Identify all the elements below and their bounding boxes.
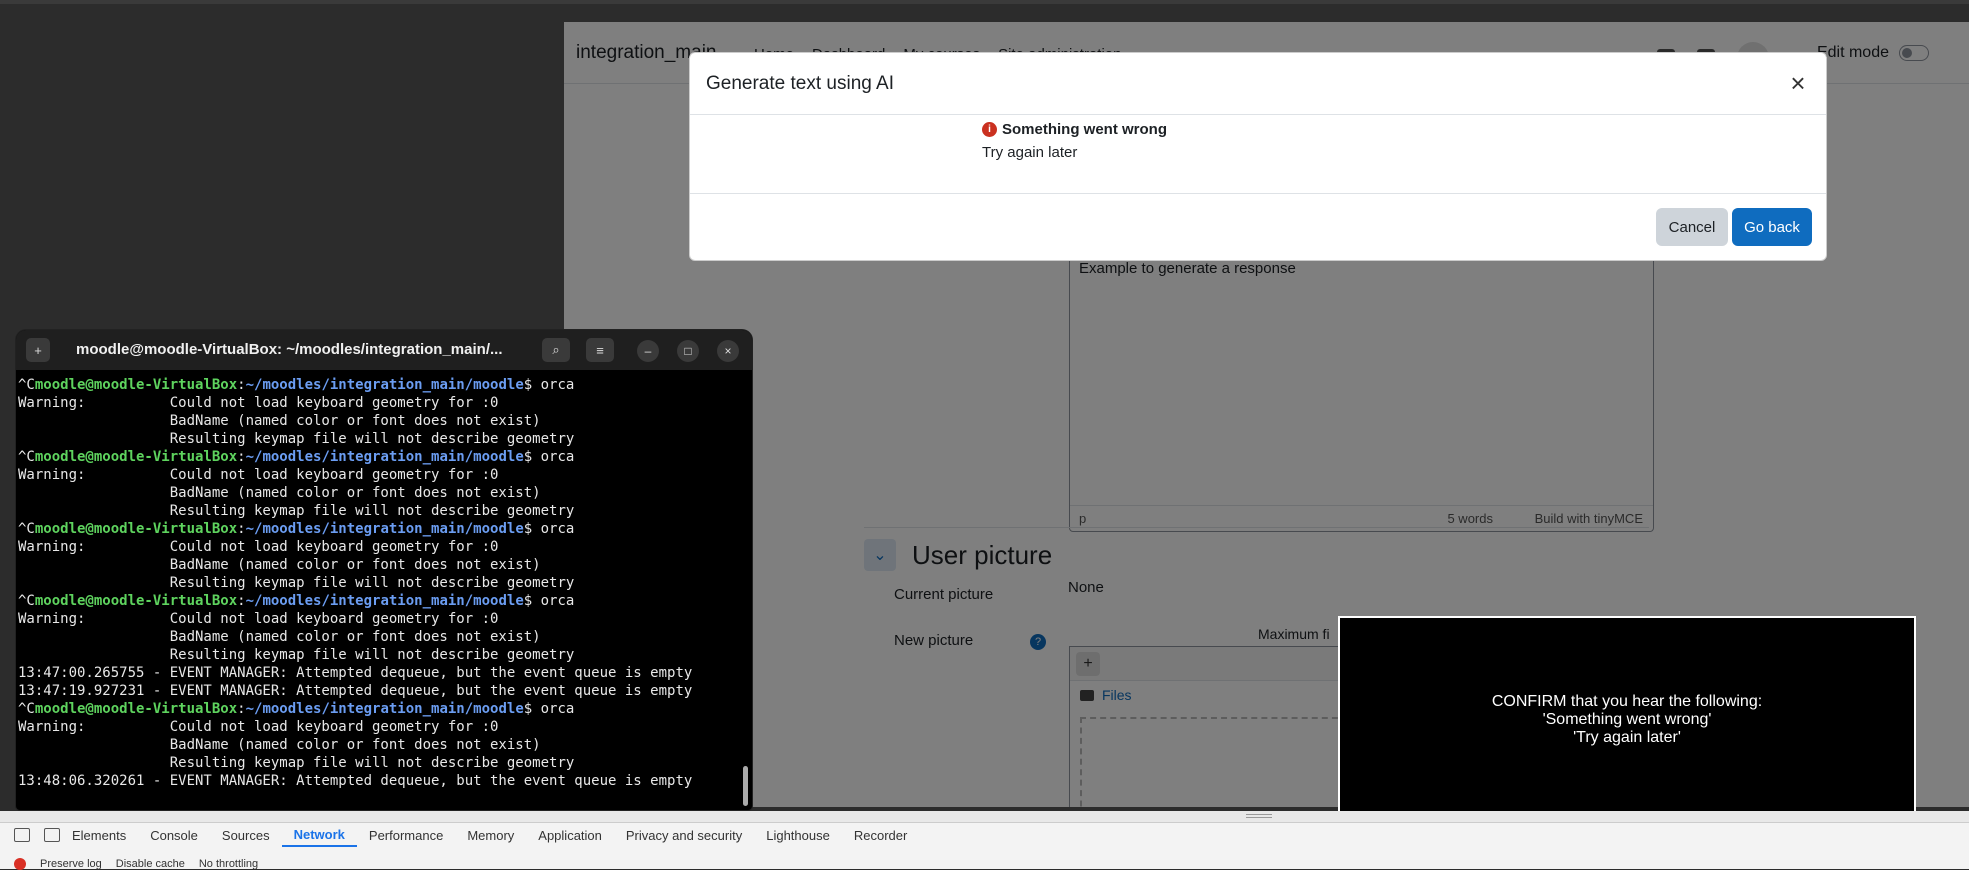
prompt-line: ^Cmoodle@moodle-VirtualBox:~/moodles/int…	[18, 593, 575, 609]
orca-line-2: 'Something went wrong'	[1542, 711, 1712, 728]
error-title: Something went wrong	[1002, 121, 1167, 138]
tab-sources[interactable]: Sources	[210, 823, 282, 847]
prompt-line: ^Cmoodle@moodle-VirtualBox:~/moodles/int…	[18, 701, 575, 717]
output-line: Warning: Could not load keyboard geometr…	[18, 539, 499, 555]
orca-line-1: CONFIRM that you hear the following:	[1491, 693, 1763, 710]
close-icon[interactable]: ×	[1784, 68, 1812, 98]
output-line: BadName (named color or font does not ex…	[18, 557, 541, 573]
new-tab-icon[interactable]: +	[26, 338, 50, 362]
modal-body	[690, 115, 1826, 194]
record-icon[interactable]	[14, 857, 26, 870]
close-icon[interactable]: ×	[717, 340, 739, 362]
output-line: BadName (named color or font does not ex…	[18, 737, 541, 753]
output-line: Resulting keymap file will not describe …	[18, 755, 575, 771]
minimize-icon[interactable]: –	[637, 340, 659, 362]
generate-text-modal: Generate text using AI × i Something wen…	[689, 52, 1827, 261]
output-line: Warning: Could not load keyboard geometr…	[18, 395, 499, 411]
modal-header: Generate text using AI ×	[690, 53, 1826, 115]
error-icon: i	[982, 122, 997, 137]
tab-privacy-and-security[interactable]: Privacy and security	[614, 823, 754, 847]
prompt-line: ^Cmoodle@moodle-VirtualBox:~/moodles/int…	[18, 377, 575, 393]
search-icon[interactable]: ⌕	[542, 338, 570, 362]
tab-application[interactable]: Application	[526, 823, 614, 847]
network-toolbar: Preserve log Disable cache No throttling	[0, 857, 258, 870]
output-line: Warning: Could not load keyboard geometr…	[18, 719, 499, 735]
orca-confirm-overlay: CONFIRM that you hear the following: 'So…	[1338, 616, 1916, 821]
orca-line-3: 'Try again later'	[1573, 729, 1681, 746]
output-line: BadName (named color or font does not ex…	[18, 485, 541, 501]
output-line: 13:47:00.265755 - EVENT MANAGER: Attempt…	[18, 665, 693, 681]
tab-performance[interactable]: Performance	[357, 823, 455, 847]
grip-icon	[1246, 814, 1272, 818]
desktop: integration_main Home Dashboard My cours…	[0, 0, 1969, 870]
disable-cache-checkbox[interactable]: Disable cache	[116, 858, 185, 870]
tab-memory[interactable]: Memory	[455, 823, 526, 847]
devtools-tabbar: Elements Console Sources Network Perform…	[0, 823, 919, 847]
devtools-resize-bar[interactable]	[0, 811, 1969, 822]
prompt-line: ^Cmoodle@moodle-VirtualBox:~/moodles/int…	[18, 449, 575, 465]
terminal-window: + moodle@moodle-VirtualBox: ~/moodles/in…	[16, 330, 752, 810]
output-line: Resulting keymap file will not describe …	[18, 647, 575, 663]
output-line: Warning: Could not load keyboard geometr…	[18, 611, 499, 627]
tab-recorder[interactable]: Recorder	[842, 823, 919, 847]
output-line: 13:47:19.927231 - EVENT MANAGER: Attempt…	[18, 683, 693, 699]
error-subtitle: Try again later	[982, 144, 1078, 161]
terminal-output[interactable]: ^Cmoodle@moodle-VirtualBox:~/moodles/int…	[18, 376, 738, 790]
terminal-headerbar: + moodle@moodle-VirtualBox: ~/moodles/in…	[16, 330, 752, 370]
go-back-button[interactable]: Go back	[1732, 208, 1812, 246]
orca-message: CONFIRM that you hear the following: 'So…	[1340, 693, 1914, 747]
maximize-icon[interactable]: □	[677, 340, 699, 362]
preserve-log-checkbox[interactable]: Preserve log	[40, 858, 102, 870]
error-message: i Something went wrong	[982, 121, 1167, 138]
terminal-title: moodle@moodle-VirtualBox: ~/moodles/inte…	[76, 341, 503, 358]
output-line: BadName (named color or font does not ex…	[18, 413, 541, 429]
output-line: BadName (named color or font does not ex…	[18, 629, 541, 645]
output-line: Resulting keymap file will not describe …	[18, 503, 575, 519]
tab-lighthouse[interactable]: Lighthouse	[754, 823, 842, 847]
device-toolbar-icon[interactable]	[44, 828, 60, 842]
devtools-panel: Elements Console Sources Network Perform…	[0, 822, 1969, 870]
throttling-select[interactable]: No throttling	[199, 858, 258, 870]
output-line: Warning: Could not load keyboard geometr…	[18, 467, 499, 483]
output-line: Resulting keymap file will not describe …	[18, 575, 575, 591]
tab-network[interactable]: Network	[281, 823, 357, 847]
menu-icon[interactable]: ≡	[586, 338, 614, 362]
cancel-button[interactable]: Cancel	[1656, 208, 1728, 246]
output-line: 13:48:06.320261 - EVENT MANAGER: Attempt…	[18, 773, 693, 789]
tab-console[interactable]: Console	[138, 823, 210, 847]
output-line: Resulting keymap file will not describe …	[18, 431, 575, 447]
modal-title: Generate text using AI	[706, 73, 895, 94]
tab-elements[interactable]: Elements	[60, 823, 138, 847]
prompt-line: ^Cmoodle@moodle-VirtualBox:~/moodles/int…	[18, 521, 575, 537]
terminal-scrollbar[interactable]	[743, 766, 748, 806]
top-panel	[0, 0, 1969, 4]
inspect-element-icon[interactable]	[14, 828, 30, 842]
